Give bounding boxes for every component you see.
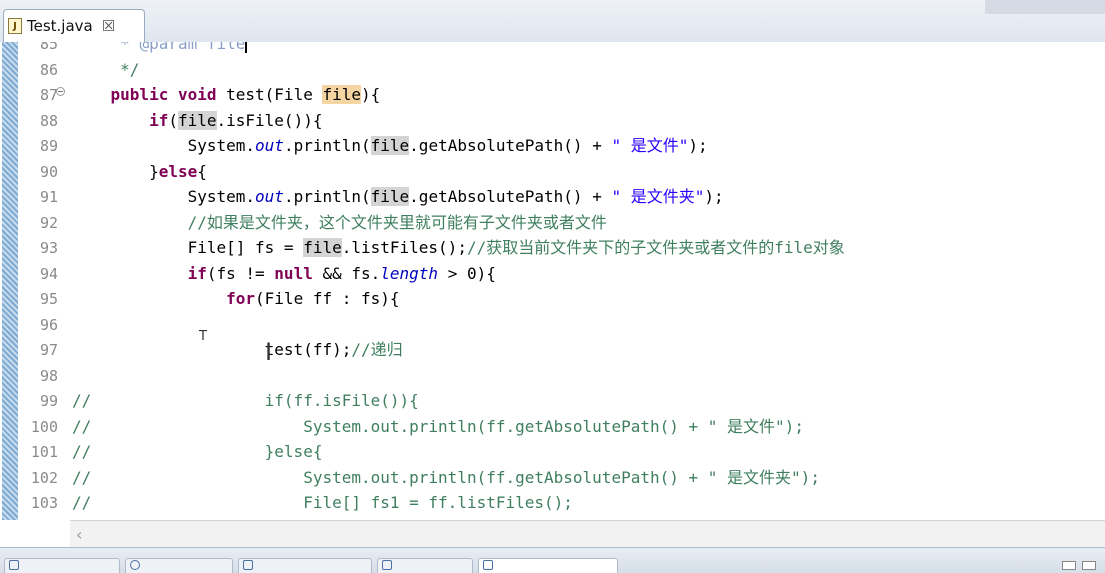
scroll-left-arrow-icon[interactable]: ‹ [76,525,82,544]
horizontal-scrollbar[interactable]: ‹ [70,520,1105,548]
view-tab-1[interactable] [4,558,120,573]
code-editor[interactable]: 85 86 87 88 89 90 91 92 93 94 95 96 97 98 99 100 101 102 1… [0,42,1105,520]
line-number: 92 [39,213,58,232]
code-line[interactable]: test(ff);//递归 [72,340,403,360]
code-line[interactable]: File[] fs = file.listFiles();//获取当前文件夹下的… [72,238,845,258]
view-tab-2[interactable] [125,558,233,573]
code-line[interactable]: // if(ff.isFile()){ [72,391,419,411]
view-tab-4[interactable] [377,558,473,573]
line-number: 101 [30,443,58,461]
code-line[interactable]: //如果是文件夹，这个文件夹里就可能有子文件夹或者文件 [72,213,607,233]
code-line[interactable]: // System.out.println(ff.getAbsolutePath… [72,417,804,437]
tab-bar-filler [985,0,1105,14]
editor-tab-bar: J Test.java ☒ [0,0,1105,43]
tab-label: Test.java [27,17,93,35]
line-number: 86 [39,60,58,79]
view-icon [382,560,392,570]
view-icon [243,560,253,570]
line-number: 96 [39,315,58,334]
code-line[interactable]: for(File ff : fs){ [72,289,399,309]
line-number: 103 [30,494,58,512]
code-line[interactable]: */ [72,60,139,80]
line-number: 88 [39,111,58,130]
view-tab-console[interactable] [478,558,618,573]
line-number: 95 [39,290,58,308]
code-line[interactable]: public void test(File file){ [72,85,380,105]
minimize-icon[interactable] [1062,561,1076,570]
view-icon [9,560,19,570]
code-line[interactable]: if(file.isFile()){ [72,110,322,131]
close-icon[interactable]: ☒ [102,17,115,35]
code-line[interactable]: System.out.println(file.getAbsolutePath(… [72,136,708,156]
line-number: 97 [39,341,58,359]
line-number: 102 [30,468,58,487]
code-line[interactable]: * @param file [72,42,248,54]
console-icon [483,560,493,570]
code-line[interactable]: System.out.println(file.getAbsolutePath(… [72,187,724,207]
line-number: 94 [39,264,58,283]
code-line[interactable]: if(fs != null && fs.length > 0){ [72,264,496,284]
code-line[interactable]: }else{ [72,162,207,182]
java-file-icon: J [8,18,22,34]
view-icon [130,560,140,570]
mouse-ibeam-icon: I [265,338,273,366]
bottom-view-tab-bar [0,547,1105,573]
code-line[interactable]: // }else{ [72,442,322,462]
line-number: 93 [39,239,58,257]
fold-toggle-icon[interactable] [56,87,65,96]
scroll-corner [0,520,70,547]
maximize-icon[interactable] [1082,561,1096,570]
line-number: 87 [39,86,58,104]
line-number: 98 [39,366,58,385]
line-number: 90 [39,162,58,181]
overview-ruler [2,42,18,520]
line-number: 100 [30,417,58,436]
line-number: 99 [39,392,58,410]
line-number: 89 [39,137,58,155]
tab-test-java[interactable]: J Test.java ☒ [3,9,145,42]
code-line[interactable]: // File[] fs1 = ff.listFiles(); [72,493,573,513]
line-number: 91 [39,188,58,206]
view-tab-3[interactable] [238,558,372,573]
code-line[interactable]: // System.out.println(ff.getAbsolutePath… [72,468,820,488]
text-cursor-icon: T [199,329,207,344]
line-number: 85 [39,42,58,53]
